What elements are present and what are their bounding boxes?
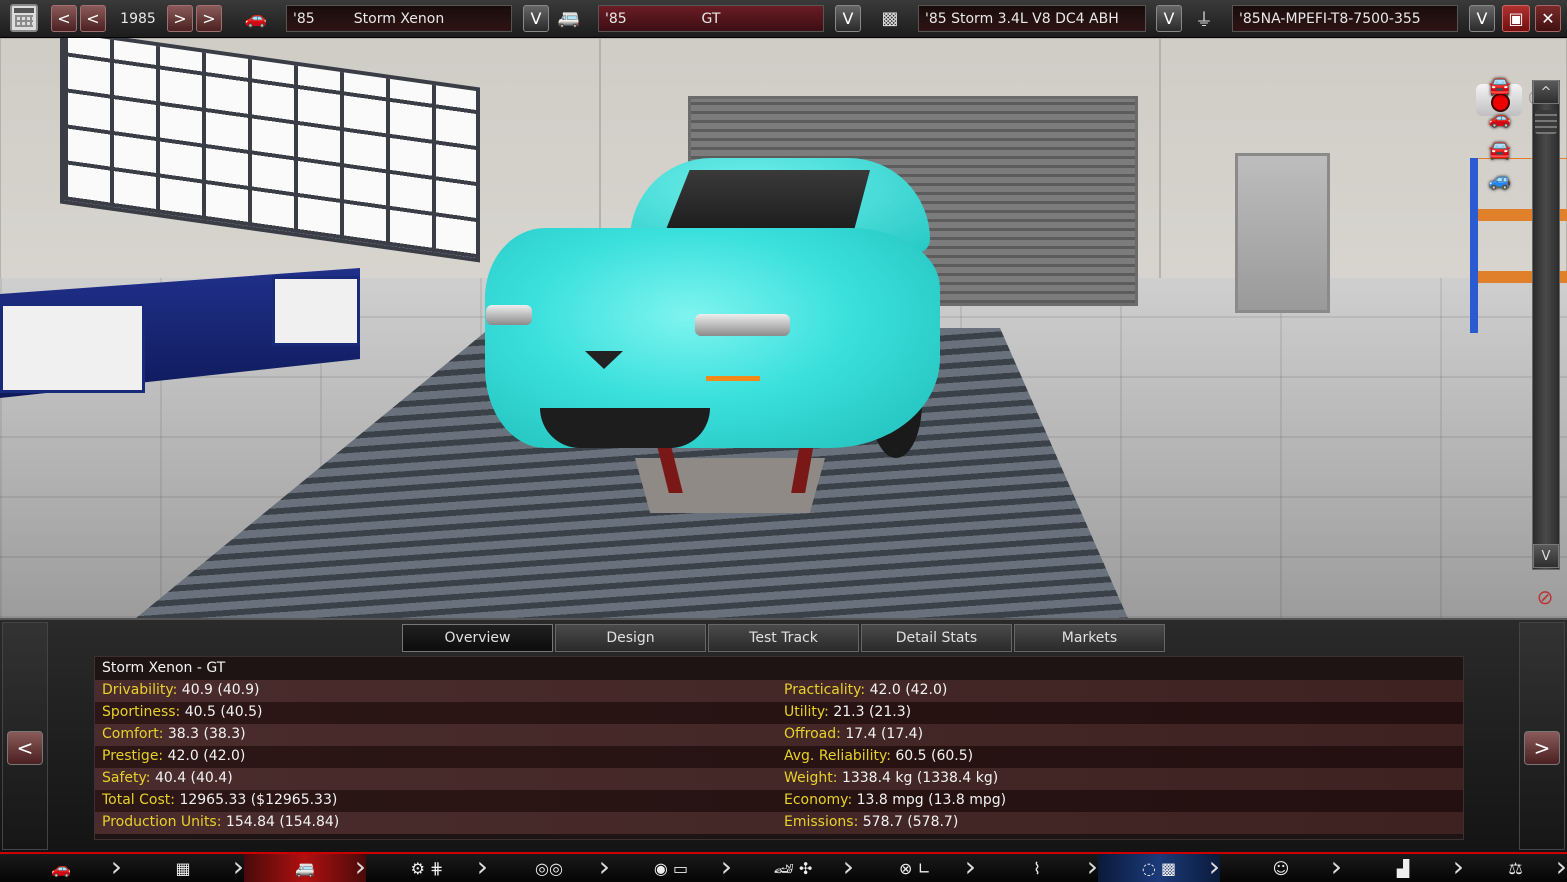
panel-next-button[interactable]: > bbox=[1524, 731, 1560, 765]
stats-table: Storm Xenon - GT Drivability: 40.9 (40.9… bbox=[94, 656, 1464, 840]
save-icon[interactable]: ▣ bbox=[1502, 5, 1530, 32]
year-back-fast-button[interactable]: < bbox=[51, 5, 77, 32]
garage-side-door bbox=[1235, 153, 1330, 313]
test-track-icon[interactable]: ◌ ▩ bbox=[1098, 850, 1220, 882]
no-entry-icon[interactable]: ⊘ bbox=[1528, 585, 1562, 611]
tab-markets[interactable]: Markets bbox=[1014, 624, 1165, 652]
front-view-icon[interactable]: 🚘 bbox=[1478, 76, 1522, 102]
trim-icon[interactable]: 🚐 bbox=[244, 850, 366, 882]
stat-sportiness: Sportiness: 40.5 (40.5) bbox=[102, 704, 263, 720]
scroll-thumb[interactable] bbox=[1535, 110, 1557, 134]
model-dropdown-button[interactable]: V bbox=[523, 5, 549, 32]
year-forward-fast-button[interactable]: > bbox=[196, 5, 222, 32]
trim-dropdown-button[interactable]: V bbox=[835, 5, 861, 32]
scroll-up-button[interactable]: ^ bbox=[1533, 80, 1559, 104]
workbench-cabinet-right bbox=[272, 276, 360, 346]
side-view-icon[interactable]: 🚗 bbox=[1478, 108, 1522, 134]
stat-prestige: Prestige: 42.0 (42.0) bbox=[102, 748, 246, 764]
engine-variant-selector[interactable]: '85NA-MPEFI-T8-7500-355 bbox=[1232, 5, 1458, 32]
stat-row: Comfort: 38.3 (38.3) Offroad: 17.4 (17.4… bbox=[95, 724, 1463, 746]
top-toolbar: < < 1985 > > 🚗 '85 Storm Xenon V 🚐 '85 G… bbox=[0, 0, 1567, 38]
trim-van-icon: 🚐 bbox=[557, 8, 581, 29]
year-forward-button[interactable]: > bbox=[167, 5, 193, 32]
stat-row: Total Cost: 12965.33 ($12965.33) Economy… bbox=[95, 790, 1463, 812]
stat-emissions: Emissions: 578.7 (578.7) bbox=[784, 814, 959, 830]
chassis-icon[interactable]: ▦ bbox=[122, 850, 244, 882]
car-headlight-right bbox=[695, 314, 790, 336]
calendar-icon[interactable] bbox=[10, 4, 38, 32]
stat-utility: Utility: 21.3 (21.3) bbox=[784, 704, 912, 720]
rear-view-icon[interactable]: 🚘 bbox=[1478, 140, 1522, 166]
trim-selector[interactable]: '85 GT bbox=[598, 5, 824, 32]
model-car-icon: 🚗 bbox=[244, 8, 268, 29]
engine-name: '85 Storm 3.4L V8 DC4 ABH bbox=[925, 10, 1119, 27]
car-model[interactable] bbox=[480, 158, 945, 478]
stat-row: Safety: 40.4 (40.4) Weight: 1338.4 kg (1… bbox=[95, 768, 1463, 790]
stat-drivability: Drivability: 40.9 (40.9) bbox=[102, 682, 260, 698]
garage-3d-viewport[interactable]: ◉ 🚘 🚗 🚘 🚙 bbox=[0, 38, 1567, 618]
stat-avg-reliability: Avg. Reliability: 60.5 (60.5) bbox=[784, 748, 974, 764]
stat-comfort: Comfort: 38.3 (38.3) bbox=[102, 726, 246, 742]
engine-block-icon: ▩ bbox=[881, 8, 899, 29]
car-headlight-left bbox=[486, 305, 532, 325]
engine-gearbox-icon[interactable]: ⚙ ⋕ bbox=[366, 850, 488, 882]
workbench-cabinet-left bbox=[0, 303, 145, 393]
year-back-button[interactable]: < bbox=[80, 5, 106, 32]
tab-test-track[interactable]: Test Track bbox=[708, 624, 859, 652]
engine-selector[interactable]: '85 Storm 3.4L V8 DC4 ABH bbox=[918, 5, 1146, 32]
wheels-icon[interactable]: ◎◎ bbox=[488, 850, 610, 882]
camera-zoom-scrollbar[interactable] bbox=[1532, 80, 1560, 570]
stat-safety: Safety: 40.4 (40.4) bbox=[102, 770, 233, 786]
interior-icon[interactable]: ⊗ ∟ bbox=[854, 850, 976, 882]
trim-name: GT bbox=[701, 11, 721, 27]
car-indicator bbox=[706, 376, 760, 381]
car-model-icon[interactable]: 🚗 bbox=[0, 850, 122, 882]
car-windshield bbox=[665, 170, 870, 232]
engine-variant-name: '85NA-MPEFI-T8-7500-355 bbox=[1239, 10, 1421, 27]
car-grille bbox=[540, 408, 710, 448]
tab-overview[interactable]: Overview bbox=[402, 624, 553, 652]
panel-prev-button[interactable]: < bbox=[7, 731, 43, 765]
year-display: 1985 bbox=[120, 10, 156, 27]
stat-economy: Economy: 13.8 mpg (13.8 mpg) bbox=[784, 792, 1007, 808]
close-icon[interactable]: ✕ bbox=[1535, 5, 1561, 32]
tires-brakes-icon[interactable]: ◉ ▭ bbox=[610, 850, 732, 882]
engine-variant-icon: ⏚ bbox=[1195, 9, 1213, 31]
engine-variant-dropdown-button[interactable]: V bbox=[1469, 5, 1495, 32]
research-icon[interactable]: ☺ bbox=[1220, 850, 1342, 882]
body-aero-icon[interactable]: 🏎 ✣ bbox=[732, 850, 854, 882]
engine-dropdown-button[interactable]: V bbox=[1156, 5, 1182, 32]
balance-icon[interactable]: ⚖ bbox=[1464, 850, 1567, 882]
stat-practicality: Practicality: 42.0 (42.0) bbox=[784, 682, 948, 698]
panel-tabs: Overview Design Test Track Detail Stats … bbox=[402, 624, 1165, 652]
model-name: Storm Xenon bbox=[353, 11, 445, 27]
stat-production-units: Production Units: 154.84 (154.84) bbox=[102, 814, 340, 830]
tab-detail-stats[interactable]: Detail Stats bbox=[861, 624, 1012, 652]
model-selector[interactable]: '85 Storm Xenon bbox=[286, 5, 512, 32]
app-root: < < 1985 > > 🚗 '85 Storm Xenon V 🚐 '85 G… bbox=[0, 0, 1567, 882]
stat-row: Production Units: 154.84 (154.84) Emissi… bbox=[95, 812, 1463, 834]
suspension-icon[interactable]: ⌇ bbox=[976, 850, 1098, 882]
stat-row: Prestige: 42.0 (42.0) Avg. Reliability: … bbox=[95, 746, 1463, 768]
stat-weight: Weight: 1338.4 kg (1338.4 kg) bbox=[784, 770, 999, 786]
scroll-down-button[interactable]: V bbox=[1533, 544, 1559, 568]
factory-icon[interactable]: ▟ bbox=[1342, 850, 1464, 882]
three-quarter-view-icon[interactable]: 🚙 bbox=[1478, 170, 1522, 196]
stats-title: Storm Xenon - GT bbox=[102, 660, 226, 676]
tab-design[interactable]: Design bbox=[555, 624, 706, 652]
stat-row: Drivability: 40.9 (40.9) Practicality: 4… bbox=[95, 680, 1463, 702]
stat-offroad: Offroad: 17.4 (17.4) bbox=[784, 726, 924, 742]
design-stage-toolbar: 🚗 ▦ 🚐 ⚙ ⋕ ◎◎ ◉ ▭ 🏎 ✣ ⊗ ∟ ⌇ ◌ ▩ ☺ ▟ ⚖ bbox=[0, 850, 1567, 882]
stat-total-cost: Total Cost: 12965.33 ($12965.33) bbox=[102, 792, 338, 808]
stat-row: Sportiness: 40.5 (40.5) Utility: 21.3 (2… bbox=[95, 702, 1463, 724]
